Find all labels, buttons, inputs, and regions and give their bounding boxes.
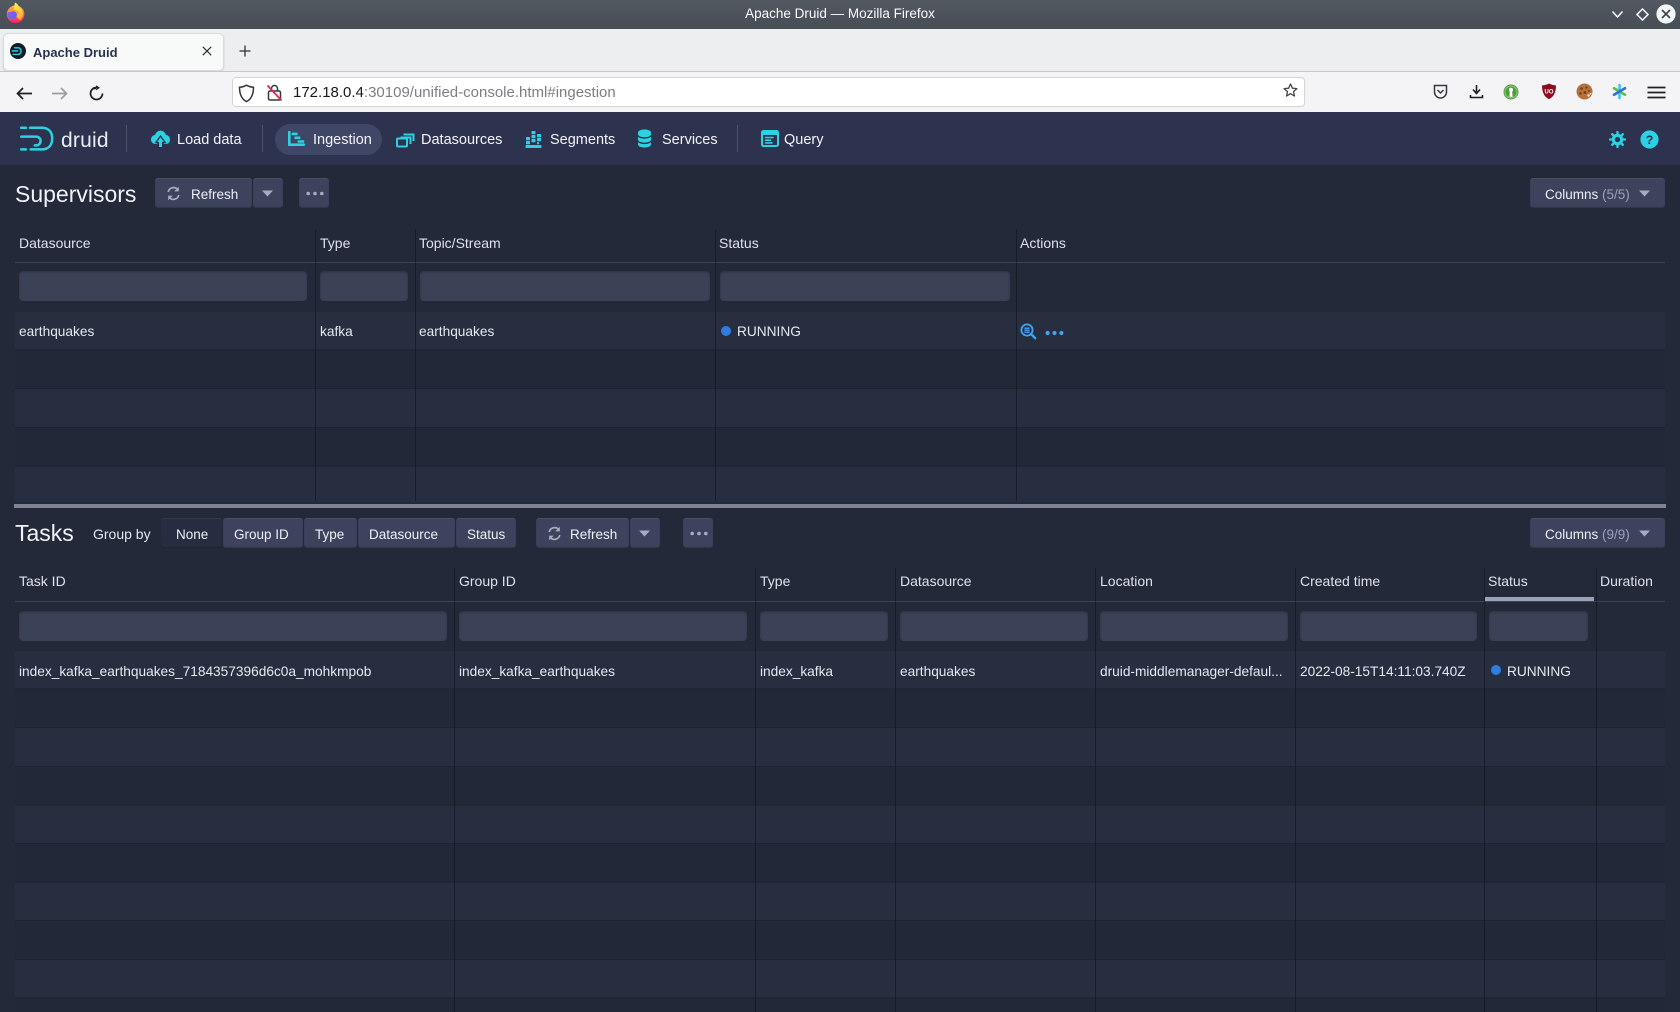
svg-text:UO: UO [1545,90,1554,96]
svg-text:?: ? [1646,133,1654,147]
